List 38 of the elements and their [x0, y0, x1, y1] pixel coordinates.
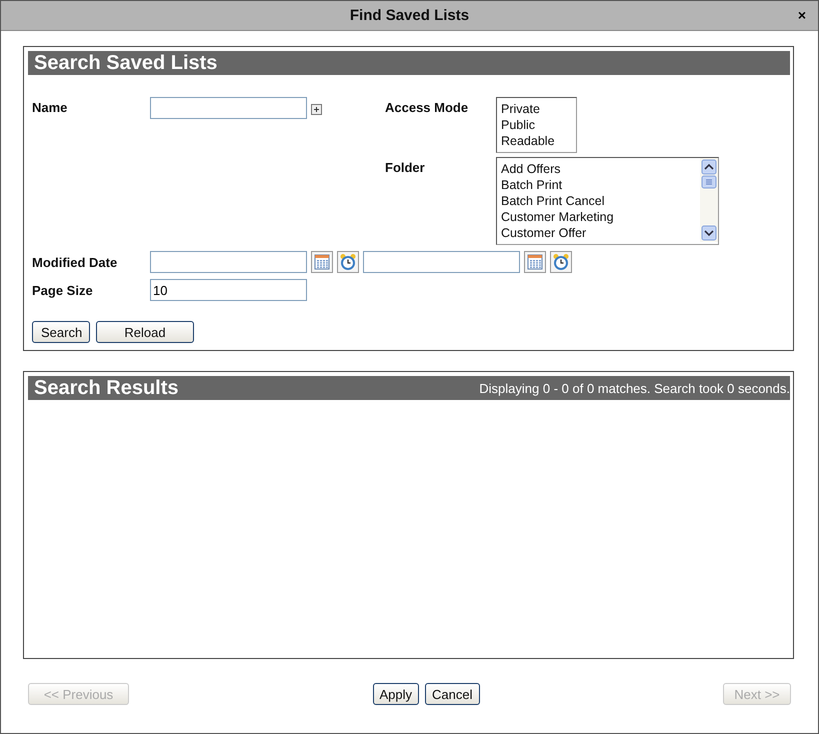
reload-button[interactable]: Reload: [96, 321, 194, 343]
time-button[interactable]: [550, 251, 572, 273]
cancel-button[interactable]: Cancel: [425, 683, 480, 705]
panel-title: Search Results: [34, 376, 179, 400]
name-field[interactable]: [150, 97, 307, 119]
field-label: Access Mode: [385, 99, 470, 115]
search-button[interactable]: Search: [32, 321, 90, 343]
list-option[interactable]: Customer Offer: [501, 225, 614, 241]
date-field[interactable]: [150, 251, 307, 273]
close-button[interactable]: ×: [792, 6, 812, 24]
page-size-field[interactable]: 10: [150, 279, 307, 301]
field-label: Modified Date: [32, 254, 118, 270]
scrollbar[interactable]: [700, 158, 718, 242]
alarm-clock-icon: [339, 253, 357, 271]
panel-title: Search Saved Lists: [34, 52, 218, 74]
calendar-button[interactable]: [524, 251, 546, 273]
access-mode-list[interactable]: Private Public Readable: [496, 97, 577, 153]
calendar-button[interactable]: [311, 251, 333, 273]
date-field[interactable]: [363, 251, 520, 273]
list-option[interactable]: Add Offers: [501, 161, 614, 177]
expand-icon[interactable]: [311, 104, 322, 115]
list-option[interactable]: Batch Print: [501, 177, 614, 193]
list-option[interactable]: Customer Marketing: [501, 209, 614, 225]
field-label: Folder: [385, 159, 426, 175]
list-option[interactable]: Readable: [501, 133, 555, 149]
calendar-icon: [527, 254, 543, 270]
status-text: Displaying 0 - 0 of 0 matches. Search took 0 seconds.: [479, 380, 790, 396]
list-option[interactable]: Public: [501, 117, 555, 133]
alarm-clock-icon: [552, 253, 570, 271]
window-title: Find Saved Lists: [350, 7, 470, 24]
folder-list[interactable]: Add Offers Batch Print Batch Print Cancel Customer Marketing Customer Offer: [496, 157, 719, 245]
apply-button[interactable]: Apply: [372, 683, 420, 705]
field-label: Page Size: [32, 282, 94, 298]
list-option[interactable]: Private: [501, 101, 555, 117]
list-option[interactable]: Batch Print Cancel: [501, 193, 614, 209]
calendar-icon: [314, 254, 330, 270]
field-label: Name: [32, 99, 68, 115]
time-button[interactable]: [337, 251, 359, 273]
